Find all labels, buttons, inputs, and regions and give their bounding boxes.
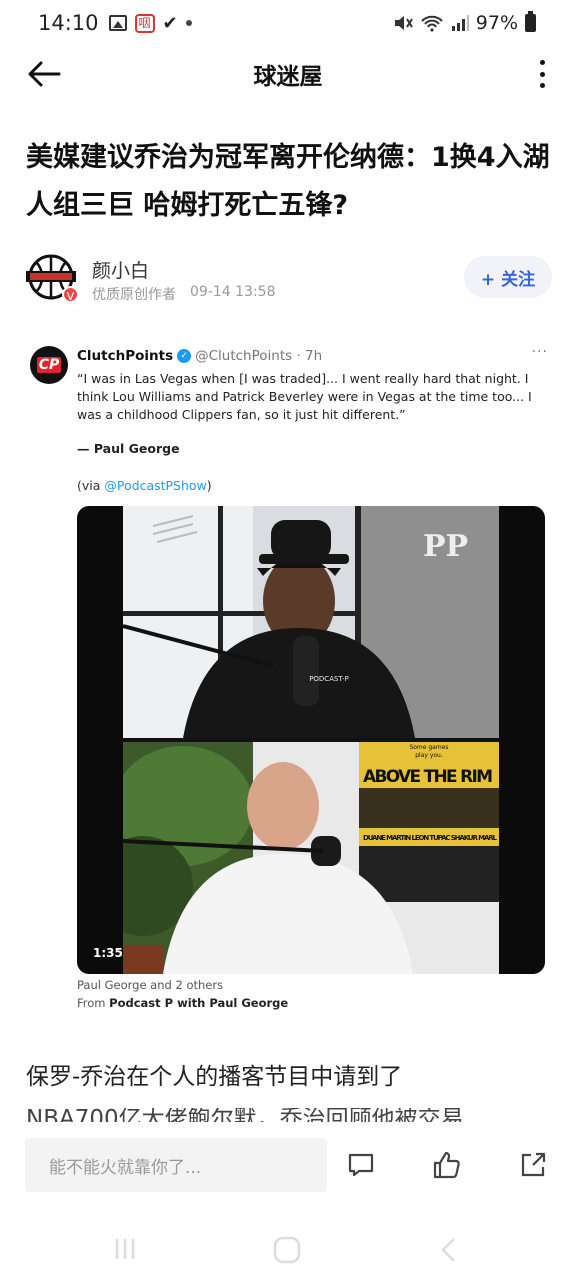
tweet-video[interactable]: PP PODCAST-P Some games play you. ABOVE … <box>77 506 545 974</box>
bottom-action-bar: 能不能火就靠你了... <box>0 1122 576 1222</box>
check-icon: ✔ <box>162 12 178 34</box>
verified-badge-icon: V <box>62 286 79 303</box>
via-link: @PodcastPShow <box>104 478 207 493</box>
comment-input[interactable]: 能不能火就靠你了... <box>25 1138 327 1192</box>
system-navigation-bar <box>0 1222 576 1280</box>
tweet-handle: @ClutchPoints · 7h <box>195 348 323 364</box>
video-source: From Podcast P with Paul George <box>77 996 288 1010</box>
status-system-icons: 97% <box>393 11 536 34</box>
via-prefix: (via <box>77 478 105 493</box>
comment-icon <box>348 1153 374 1177</box>
app-notification-icon: 咽 <box>134 13 155 33</box>
tweet-avatar-text: CP <box>36 357 62 373</box>
article-title: 美媒建议乔治为冠军离开伦纳德：1换4入湖人组三巨 哈姆打死亡五锋? <box>26 142 550 221</box>
embedded-tweet[interactable]: CP ClutchPoints ✓ @ClutchPoints · 7h ···… <box>26 340 550 1020</box>
share-button[interactable] <box>518 1150 548 1180</box>
status-notification-icons: 咽 ✔ <box>108 12 192 34</box>
back-button[interactable] <box>24 54 64 94</box>
article-paragraph-cutoff: NBA700亿大佬鲍尔默，乔治回顾他被交易 <box>26 1108 550 1122</box>
author-name[interactable]: 颜小白 <box>92 256 149 283</box>
wifi-icon <box>421 15 443 32</box>
video-duration: 1:35 <box>93 946 123 960</box>
cap-text: PODCAST-P <box>309 675 349 683</box>
page-title: 球迷屋 <box>253 64 323 90</box>
thumbs-up-icon <box>433 1151 460 1179</box>
publish-date: 09-14 13:58 <box>190 284 276 300</box>
status-bar: 14:10 咽 ✔ 97% <box>0 0 576 46</box>
poster-tagline: Some games <box>409 744 448 751</box>
recent-apps-button[interactable] <box>112 1236 138 1266</box>
tweet-text: “I was in Las Vegas when [I was traded].… <box>77 371 532 422</box>
home-icon <box>273 1236 301 1264</box>
poster-title: ABOVE THE RIM <box>363 767 493 787</box>
more-vertical-dot <box>539 71 545 77</box>
home-button[interactable] <box>272 1235 302 1269</box>
gallery-icon <box>108 15 127 31</box>
video-source-prefix: From <box>77 996 110 1010</box>
video-thumbnail: PP PODCAST-P Some games play you. ABOVE … <box>123 506 499 974</box>
verified-check-icon: ✓ <box>177 349 192 363</box>
via-suffix: ) <box>206 478 212 493</box>
battery-percent: 97% <box>475 12 518 34</box>
video-brand-text: PP <box>423 529 468 564</box>
tweet-avatar: CP <box>30 346 68 384</box>
article-paragraph: 保罗-乔治在个人的播客节目中请到了 <box>26 1064 403 1090</box>
top-navigation: 球迷屋 <box>0 46 576 102</box>
tweet-more-icon: ··· <box>531 344 548 360</box>
like-button[interactable] <box>432 1150 462 1180</box>
author-row: V 颜小白 优质原创作者 09-14 13:58 + 关注 <box>24 250 552 306</box>
recent-apps-icon <box>115 1239 135 1259</box>
more-vertical-icon <box>539 60 545 65</box>
tweet-header: ClutchPoints ✓ @ClutchPoints · 7h <box>77 348 322 364</box>
poster-tagline-2: play you. <box>415 752 443 759</box>
chevron-left-icon <box>441 1238 455 1262</box>
more-vertical-dot <box>539 83 545 88</box>
back-arrow-icon <box>28 61 61 87</box>
signal-icon <box>451 15 469 31</box>
author-badge-label: 优质原创作者 <box>92 287 176 303</box>
share-icon <box>521 1152 546 1177</box>
mute-icon <box>394 16 413 30</box>
video-participants: Paul George and 2 others <box>77 978 224 992</box>
status-time: 14:10 <box>38 11 99 35</box>
article-paragraph-cutoff-text: NBA700亿大佬鲍尔默，乔治回顾他被交易 <box>26 1108 464 1122</box>
follow-button[interactable]: + 关注 <box>464 256 552 298</box>
tweet-via: (via @PodcastPShow) <box>77 478 212 493</box>
more-notifications-dot-icon <box>185 20 192 26</box>
more-options-button[interactable] <box>536 56 548 92</box>
tweet-quote-attribution: — Paul George <box>77 441 180 456</box>
comment-button[interactable] <box>346 1150 376 1180</box>
author-meta: 优质原创作者 09-14 13:58 <box>92 284 275 304</box>
battery-icon <box>525 11 536 32</box>
nav-back-button[interactable] <box>438 1236 460 1268</box>
poster-cast: DUANE MARTIN LEON TUPAC SHAKUR MARL <box>363 834 498 842</box>
video-source-show: Podcast P with Paul George <box>109 996 289 1010</box>
tweet-author-name: ClutchPoints <box>77 348 174 364</box>
